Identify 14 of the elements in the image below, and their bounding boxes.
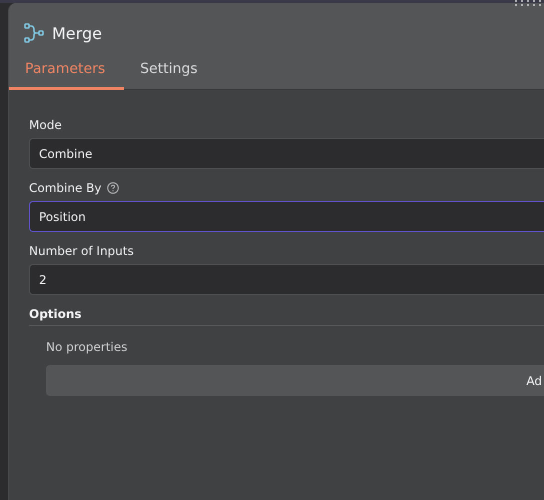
help-icon[interactable]: [106, 182, 118, 194]
empty-message: No properties: [46, 340, 128, 354]
node-title: Merge: [52, 24, 102, 42]
merge-icon: [24, 23, 44, 43]
input-field[interactable]: 2: [29, 264, 544, 295]
input-field[interactable]: Position: [29, 201, 544, 232]
drag-handle-icon[interactable]: [514, 0, 544, 6]
tab[interactable]: Settings: [124, 58, 214, 90]
field-label: Number of Inputs: [29, 244, 134, 258]
field-label: Mode: [29, 118, 62, 132]
add-button[interactable]: Ad: [46, 365, 544, 396]
section-title: Options: [29, 307, 544, 326]
field-label: Combine By: [29, 181, 102, 195]
input-field[interactable]: Combine: [29, 138, 544, 169]
